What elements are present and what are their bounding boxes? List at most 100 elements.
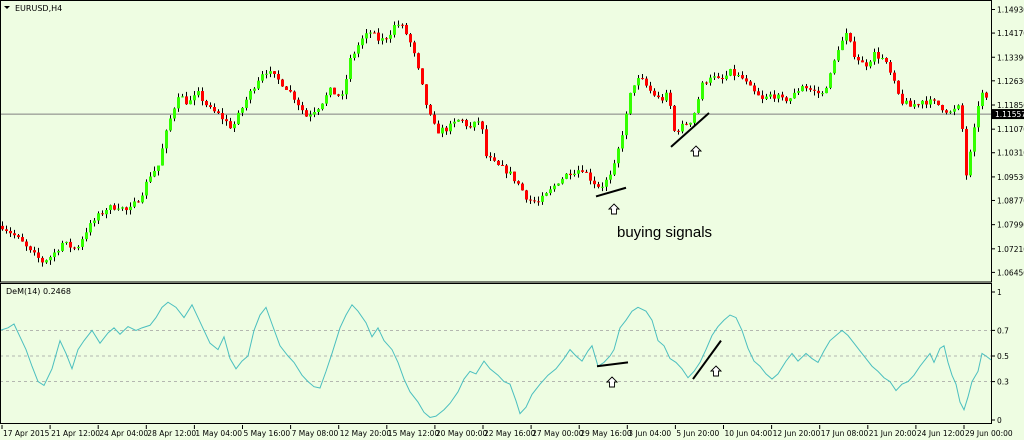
candle-body[interactable] (805, 86, 808, 89)
candle-body[interactable] (329, 87, 332, 96)
candle-body[interactable] (633, 85, 636, 93)
candle-body[interactable] (237, 112, 240, 125)
candle-body[interactable] (321, 103, 324, 110)
candle-body[interactable] (789, 98, 792, 102)
candle-body[interactable] (185, 96, 188, 105)
candle[interactable] (421, 68, 424, 85)
candle-body[interactable] (961, 105, 964, 129)
candle-body[interactable] (849, 33, 852, 42)
candle-body[interactable] (229, 121, 232, 129)
candle-body[interactable] (697, 99, 700, 113)
candle-body[interactable] (13, 233, 16, 236)
candle[interactable] (565, 173, 568, 180)
candle-body[interactable] (393, 25, 396, 35)
candle-body[interactable] (125, 207, 128, 211)
candle-body[interactable] (681, 123, 684, 132)
candle-body[interactable] (365, 33, 368, 39)
candle-body[interactable] (41, 257, 44, 263)
candle-body[interactable] (489, 156, 492, 158)
candle-body[interactable] (29, 246, 32, 251)
candle[interactable] (673, 105, 676, 132)
candle-body[interactable] (245, 99, 248, 108)
candle-body[interactable] (481, 121, 484, 130)
candle[interactable] (701, 81, 704, 101)
candle-body[interactable] (981, 92, 984, 106)
candle-body[interactable] (457, 119, 460, 122)
candle-body[interactable] (889, 62, 892, 73)
candle-body[interactable] (189, 100, 192, 105)
candle-body[interactable] (545, 193, 548, 196)
candle-body[interactable] (901, 93, 904, 104)
candle-body[interactable] (149, 176, 152, 182)
candle-body[interactable] (965, 128, 968, 176)
candle-body[interactable] (405, 24, 408, 35)
candle-body[interactable] (5, 229, 8, 231)
chart-canvas[interactable]: buying signals EURUSD,H4 1.14930 1.14170 1.1… (0, 0, 1024, 440)
candle-body[interactable] (445, 127, 448, 132)
candle-body[interactable] (425, 84, 428, 105)
candle-body[interactable] (905, 100, 908, 104)
candle[interactable] (625, 111, 628, 140)
candle-body[interactable] (813, 89, 816, 91)
candle-body[interactable] (273, 71, 276, 74)
candle-body[interactable] (453, 121, 456, 124)
candle-body[interactable] (133, 201, 136, 207)
candle-body[interactable] (853, 41, 856, 57)
candle-body[interactable] (293, 91, 296, 100)
candle-body[interactable] (705, 82, 708, 84)
candle-body[interactable] (85, 232, 88, 240)
candle-body[interactable] (369, 32, 372, 34)
candle-body[interactable] (721, 77, 724, 80)
candle-body[interactable] (985, 92, 988, 98)
candle-body[interactable] (685, 123, 688, 125)
candle-body[interactable] (341, 94, 344, 96)
candle-body[interactable] (249, 90, 252, 100)
candle-body[interactable] (181, 96, 184, 98)
candle-body[interactable] (957, 105, 960, 109)
candle-body[interactable] (497, 160, 500, 165)
candle-body[interactable] (569, 173, 572, 176)
candle-body[interactable] (21, 237, 24, 242)
candle-body[interactable] (653, 90, 656, 96)
candle-body[interactable] (193, 95, 196, 101)
candle-body[interactable] (289, 89, 292, 92)
candle-body[interactable] (33, 250, 36, 253)
candle-body[interactable] (417, 53, 420, 69)
candle-body[interactable] (253, 88, 256, 91)
candle-body[interactable] (169, 118, 172, 131)
candle-body[interactable] (857, 56, 860, 61)
candle-body[interactable] (745, 78, 748, 82)
candle-body[interactable] (977, 105, 980, 128)
candle[interactable] (849, 32, 852, 43)
candle[interactable] (497, 160, 500, 166)
candle-body[interactable] (449, 123, 452, 132)
candle-body[interactable] (309, 114, 312, 117)
candle-body[interactable] (145, 181, 148, 196)
candle-body[interactable] (301, 105, 304, 111)
candle-body[interactable] (861, 60, 864, 63)
candle-body[interactable] (73, 247, 76, 249)
candle-body[interactable] (349, 57, 352, 80)
candle-body[interactable] (401, 24, 404, 26)
candle-body[interactable] (649, 85, 652, 91)
candle-body[interactable] (765, 96, 768, 99)
candle-body[interactable] (617, 148, 620, 164)
candle-body[interactable] (513, 171, 516, 182)
candle-body[interactable] (925, 100, 928, 105)
candle-body[interactable] (909, 100, 912, 107)
candle-body[interactable] (141, 195, 144, 203)
candle-body[interactable] (609, 174, 612, 180)
candle-body[interactable] (485, 129, 488, 157)
candle-body[interactable] (81, 239, 84, 247)
candle-body[interactable] (741, 75, 744, 79)
candle-body[interactable] (749, 81, 752, 86)
candle-body[interactable] (57, 250, 60, 253)
candle-body[interactable] (65, 241, 68, 243)
candle-body[interactable] (921, 100, 924, 105)
candle-body[interactable] (529, 199, 532, 201)
candle-body[interactable] (337, 94, 340, 96)
candle-body[interactable] (277, 73, 280, 80)
candle-body[interactable] (261, 74, 264, 81)
candle-body[interactable] (409, 34, 412, 43)
candle-body[interactable] (121, 207, 124, 209)
